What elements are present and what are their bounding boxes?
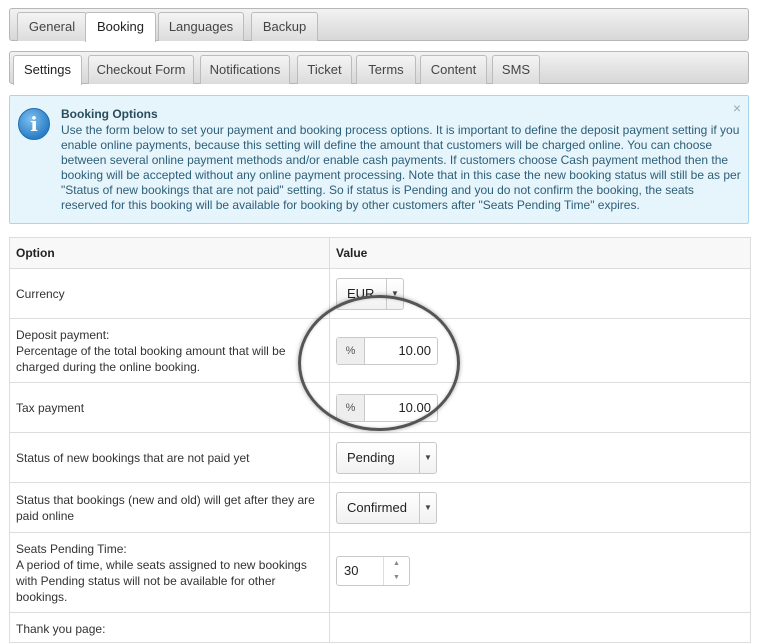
tab-settings[interactable]: Settings — [13, 55, 82, 85]
status-new-value: Pending — [347, 449, 395, 465]
status-new-label: Status of new bookings that are not paid… — [9, 432, 330, 483]
info-icon: i — [18, 108, 50, 140]
chevron-down-icon: ▼ — [419, 492, 436, 523]
info-body: Use the form below to set your payment a… — [61, 123, 741, 212]
tab-terms[interactable]: Terms — [356, 55, 416, 84]
tax-value: 10.00 — [398, 399, 431, 415]
tab-sms[interactable]: SMS — [492, 55, 540, 84]
options-table: Option Value Currency EUR ▼ Deposit paym… — [9, 237, 751, 643]
chevron-down-icon[interactable]: ▼ — [384, 571, 409, 585]
table-row: Deposit payment: Percentage of the total… — [9, 318, 751, 383]
status-paid-select[interactable]: Confirmed ▼ — [336, 491, 437, 524]
column-header-option: Option — [9, 237, 330, 269]
tax-field[interactable]: % 10.00 — [336, 393, 438, 422]
seats-pending-stepper[interactable]: 30 ▲ ▼ — [336, 555, 410, 586]
currency-value: EUR — [347, 285, 375, 301]
seats-description: A period of time, while seats assigned t… — [16, 557, 307, 604]
table-row: Currency EUR ▼ — [9, 268, 751, 319]
tab-booking[interactable]: Booking — [85, 12, 156, 42]
booking-options-info-box: i Booking Options × Use the form below t… — [9, 95, 749, 224]
tab-content[interactable]: Content — [420, 55, 487, 84]
deposit-value: 10.00 — [398, 342, 431, 358]
thankyou-title: Thank you page: — [9, 612, 330, 643]
table-row: Status of new bookings that are not paid… — [9, 432, 751, 483]
column-header-value: Value — [329, 237, 751, 269]
deposit-title: Deposit payment: — [16, 327, 110, 342]
percent-addon: % — [337, 394, 365, 421]
currency-select[interactable]: EUR ▼ — [336, 277, 404, 310]
deposit-field[interactable]: % 10.00 — [336, 336, 438, 365]
chevron-down-icon: ▼ — [419, 442, 436, 473]
status-paid-label: Status that bookings (new and old) will … — [9, 482, 330, 533]
info-title: Booking Options — [61, 107, 158, 121]
tax-label: Tax payment — [9, 382, 330, 433]
info-text: Use the form below to set your payment a… — [61, 123, 741, 213]
chevron-up-icon[interactable]: ▲ — [384, 557, 409, 571]
close-icon[interactable]: × — [733, 100, 741, 116]
seats-title: Seats Pending Time: — [16, 541, 127, 556]
percent-addon: % — [337, 337, 365, 364]
sub-tab-bar: Settings Checkout Form Notifications Tic… — [9, 51, 749, 85]
table-row: Tax payment % 10.00 — [9, 382, 751, 433]
seats-value: 30 — [344, 562, 359, 578]
tab-general[interactable]: General — [17, 12, 87, 41]
tab-checkout-form[interactable]: Checkout Form — [88, 55, 194, 84]
currency-label: Currency — [9, 268, 330, 319]
table-row: Status that bookings (new and old) will … — [9, 482, 751, 533]
tab-ticket[interactable]: Ticket — [297, 55, 352, 84]
chevron-down-icon: ▼ — [386, 278, 403, 309]
deposit-description: Percentage of the total booking amount t… — [16, 343, 286, 374]
table-row: Seats Pending Time: A period of time, wh… — [9, 532, 751, 613]
status-paid-value: Confirmed — [347, 499, 407, 515]
tab-languages[interactable]: Languages — [158, 12, 244, 41]
tab-notifications[interactable]: Notifications — [200, 55, 290, 84]
tab-backup[interactable]: Backup — [251, 12, 318, 41]
main-tab-bar: General Booking Languages Backup — [9, 8, 749, 42]
status-new-select[interactable]: Pending ▼ — [336, 441, 437, 474]
table-row: Thank you page: — [9, 612, 751, 643]
